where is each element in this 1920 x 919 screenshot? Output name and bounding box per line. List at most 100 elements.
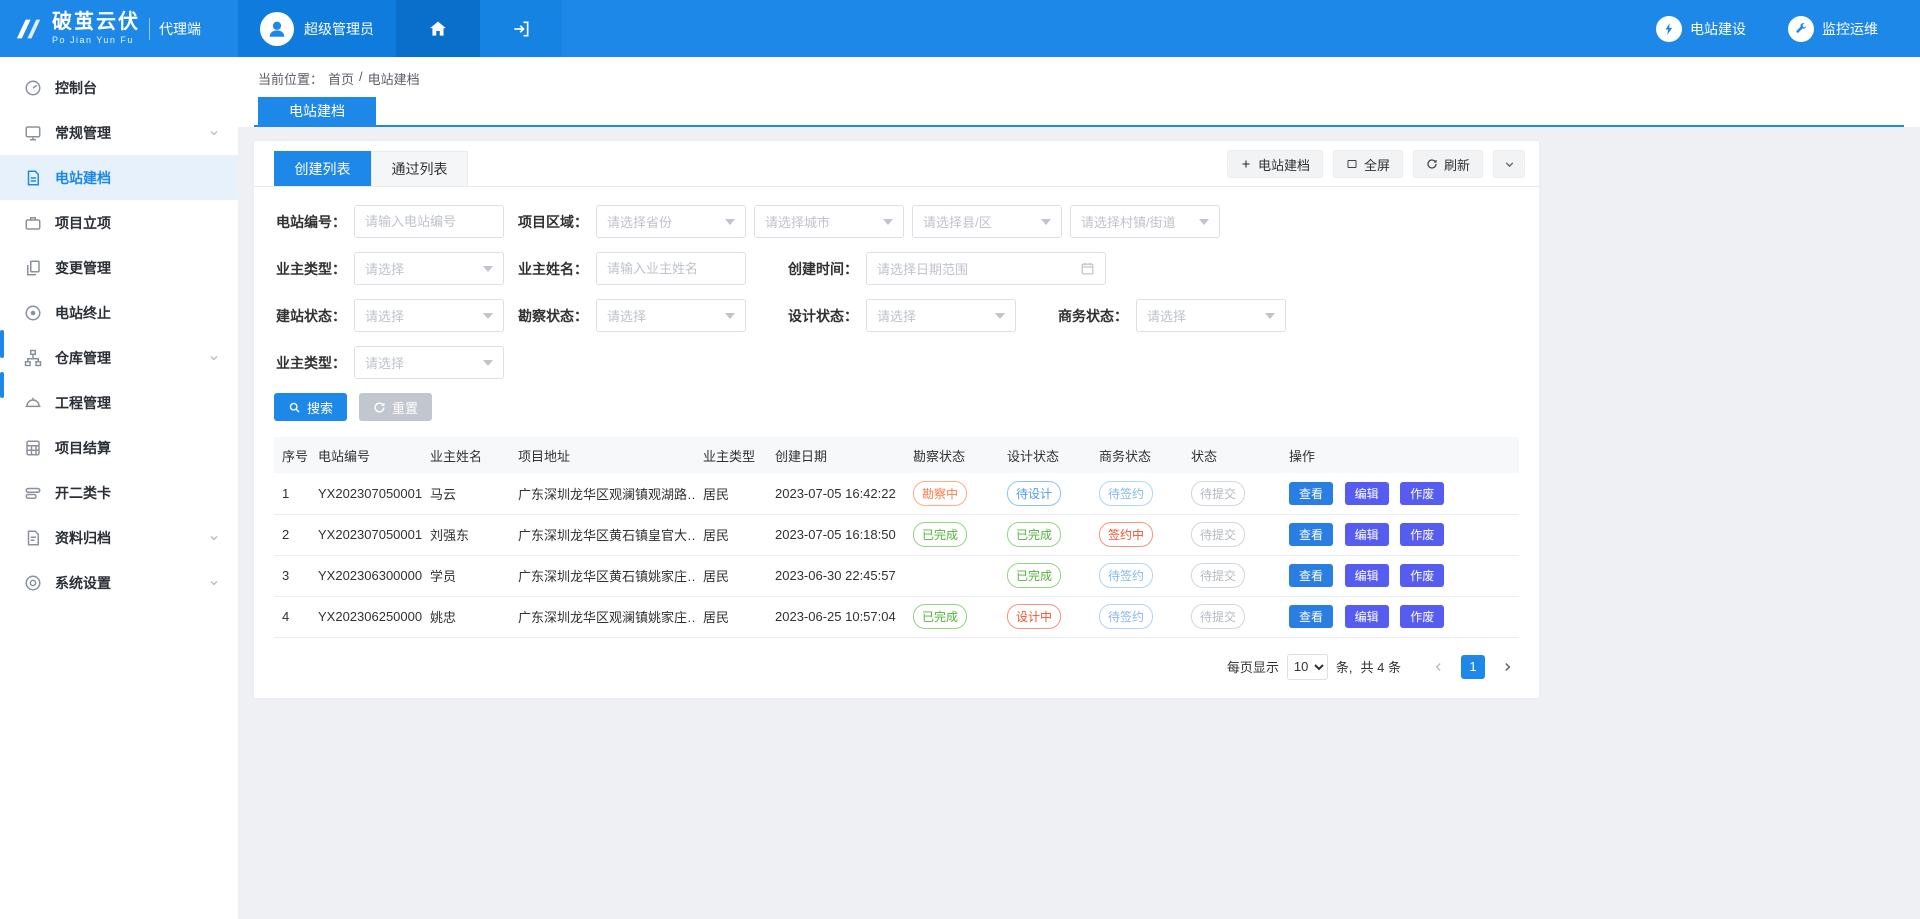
top-link-monitor-ops[interactable]: 监控运维 (1788, 0, 1878, 57)
refresh-button[interactable]: 刷新 (1413, 150, 1483, 178)
chevron-down-icon (725, 219, 735, 225)
breadcrumb: 当前位置： 首页 / 电站建档 (238, 57, 1920, 97)
next-page-button[interactable] (1495, 655, 1519, 679)
view-button[interactable]: 查看 (1289, 523, 1333, 546)
reset-button[interactable]: 重置 (359, 393, 432, 421)
survey-status-label: 勘察状态： (516, 306, 588, 326)
fullscreen-icon (1346, 158, 1358, 170)
sidebar-item-type2-card[interactable]: 开二类卡 (0, 470, 238, 515)
logo-icon (12, 15, 44, 43)
edit-button[interactable]: 编辑 (1345, 605, 1389, 628)
sidebar-item-general-mgmt[interactable]: 常规管理 (0, 110, 238, 155)
business-status-select[interactable]: 请选择 (1136, 299, 1286, 332)
col-station-no: 电站编号 (310, 437, 422, 473)
sidebar-item-console[interactable]: 控制台 (0, 65, 238, 110)
view-button[interactable]: 查看 (1289, 482, 1333, 505)
create-station-button[interactable]: 电站建档 (1227, 150, 1323, 178)
view-button[interactable]: 查看 (1289, 605, 1333, 628)
logout-icon (511, 19, 531, 39)
settings-icon (24, 574, 42, 592)
chevron-down-icon (208, 352, 220, 364)
sidebar-item-station-termination[interactable]: 电站终止 (0, 290, 238, 335)
owner-type-label: 业主类型： (274, 259, 346, 279)
briefcase-icon (24, 214, 42, 232)
sidebar-item-engineering-mgmt[interactable]: 工程管理 (0, 380, 238, 425)
per-page-select[interactable]: 10 (1287, 654, 1328, 680)
tab-create-list[interactable]: 创建列表 (274, 151, 371, 186)
build-status-select[interactable]: 请选择 (354, 299, 504, 332)
sidebar-item-station-archive[interactable]: 电站建档 (0, 155, 238, 200)
prev-page-button[interactable] (1427, 655, 1451, 679)
province-select[interactable]: 请选择省份 (596, 205, 746, 238)
calculator-icon (24, 439, 42, 457)
county-select[interactable]: 请选择县/区 (912, 205, 1062, 238)
sidebar-item-project-initiation[interactable]: 项目立项 (0, 200, 238, 245)
chevron-down-icon (208, 532, 220, 544)
chevron-down-icon (995, 313, 1005, 319)
logout-button[interactable] (480, 0, 562, 57)
owner-type-select[interactable]: 请选择 (354, 252, 504, 285)
col-owner: 业主姓名 (422, 437, 510, 473)
owner-type2-select[interactable]: 请选择 (354, 346, 504, 379)
col-address: 项目地址 (510, 437, 695, 473)
station-no-label: 电站编号： (274, 212, 346, 232)
top-link-station-construction[interactable]: 电站建设 (1656, 0, 1746, 57)
void-button[interactable]: 作废 (1400, 605, 1444, 628)
design-status-badge: 已完成 (1007, 522, 1061, 547)
city-select[interactable]: 请选择城市 (754, 205, 904, 238)
collapse-toolbar-button[interactable] (1493, 150, 1525, 178)
breadcrumb-prefix: 当前位置： (258, 69, 323, 88)
sidebar-item-project-settlement[interactable]: 项目结算 (0, 425, 238, 470)
sidebar-item-data-archive[interactable]: 资料归档 (0, 515, 238, 560)
filter-panel: 电站编号： 项目区域： 请选择省份 请选择城市 请选择县/区 请选择村镇/街道 … (254, 187, 1539, 379)
survey-status-select[interactable]: 请选择 (596, 299, 746, 332)
chevron-down-icon (208, 577, 220, 589)
table-row: 3 YX2023063000009 学员 广东深圳龙华区黄石镇姚家庄… 居民 2… (274, 555, 1519, 596)
home-button[interactable] (396, 0, 480, 57)
sidebar-item-change-mgmt[interactable]: 变更管理 (0, 245, 238, 290)
design-status-select[interactable]: 请选择 (866, 299, 1016, 332)
helmet-icon (24, 394, 42, 412)
breadcrumb-separator: / (359, 69, 363, 88)
col-index: 序号 (274, 437, 310, 473)
fullscreen-button[interactable]: 全屏 (1333, 150, 1403, 178)
calendar-icon (1080, 261, 1095, 276)
logo-subtitle: Po Jian Yun Fu (52, 35, 140, 45)
sidebar-item-warehouse-mgmt[interactable]: 仓库管理 (0, 335, 238, 380)
sidebar-item-system-settings[interactable]: 系统设置 (0, 560, 238, 605)
survey-status-badge: 已完成 (913, 604, 967, 629)
search-button[interactable]: 搜索 (274, 393, 347, 421)
breadcrumb-home[interactable]: 首页 (328, 69, 354, 88)
avatar (260, 12, 294, 46)
edit-button[interactable]: 编辑 (1345, 482, 1389, 505)
tab-pass-list[interactable]: 通过列表 (371, 151, 468, 186)
total-count: 共 4 条 (1361, 657, 1401, 676)
owner-name-input[interactable] (596, 252, 746, 285)
status-badge: 待提交 (1191, 604, 1245, 629)
sidebar-scrollbar[interactable] (0, 330, 4, 358)
edit-button[interactable]: 编辑 (1345, 564, 1389, 587)
sitemap-icon (24, 349, 42, 367)
refresh-icon (1426, 158, 1438, 170)
logo-divider (149, 18, 150, 40)
town-select[interactable]: 请选择村镇/街道 (1070, 205, 1220, 238)
page-number[interactable]: 1 (1461, 655, 1485, 679)
wrench-icon (1788, 16, 1814, 42)
page-tab[interactable]: 电站建档 (258, 97, 376, 125)
survey-status-badge: 勘察中 (913, 481, 967, 506)
owner-name-label: 业主姓名： (516, 259, 588, 279)
void-button[interactable]: 作废 (1400, 523, 1444, 546)
user-menu[interactable]: 超级管理员 (238, 0, 396, 57)
monitor-icon (24, 124, 42, 142)
edit-button[interactable]: 编辑 (1345, 523, 1389, 546)
sidebar-scrollbar[interactable] (0, 372, 4, 398)
void-button[interactable]: 作废 (1400, 482, 1444, 505)
business-status-badge: 待签约 (1099, 563, 1153, 588)
reset-icon (373, 401, 386, 414)
date-range-input[interactable]: 请选择日期范围 (866, 252, 1106, 285)
view-button[interactable]: 查看 (1289, 564, 1333, 587)
station-no-input[interactable] (354, 205, 504, 238)
void-button[interactable]: 作废 (1400, 564, 1444, 587)
chevron-down-icon (483, 313, 493, 319)
per-page-prefix: 每页显示 (1227, 657, 1279, 676)
